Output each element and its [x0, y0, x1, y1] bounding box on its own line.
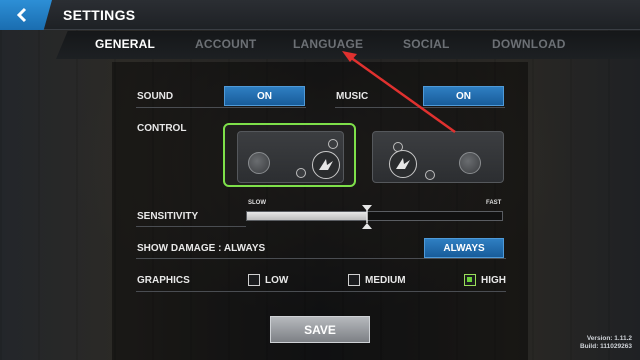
annotation-arrow-icon: [342, 51, 456, 134]
